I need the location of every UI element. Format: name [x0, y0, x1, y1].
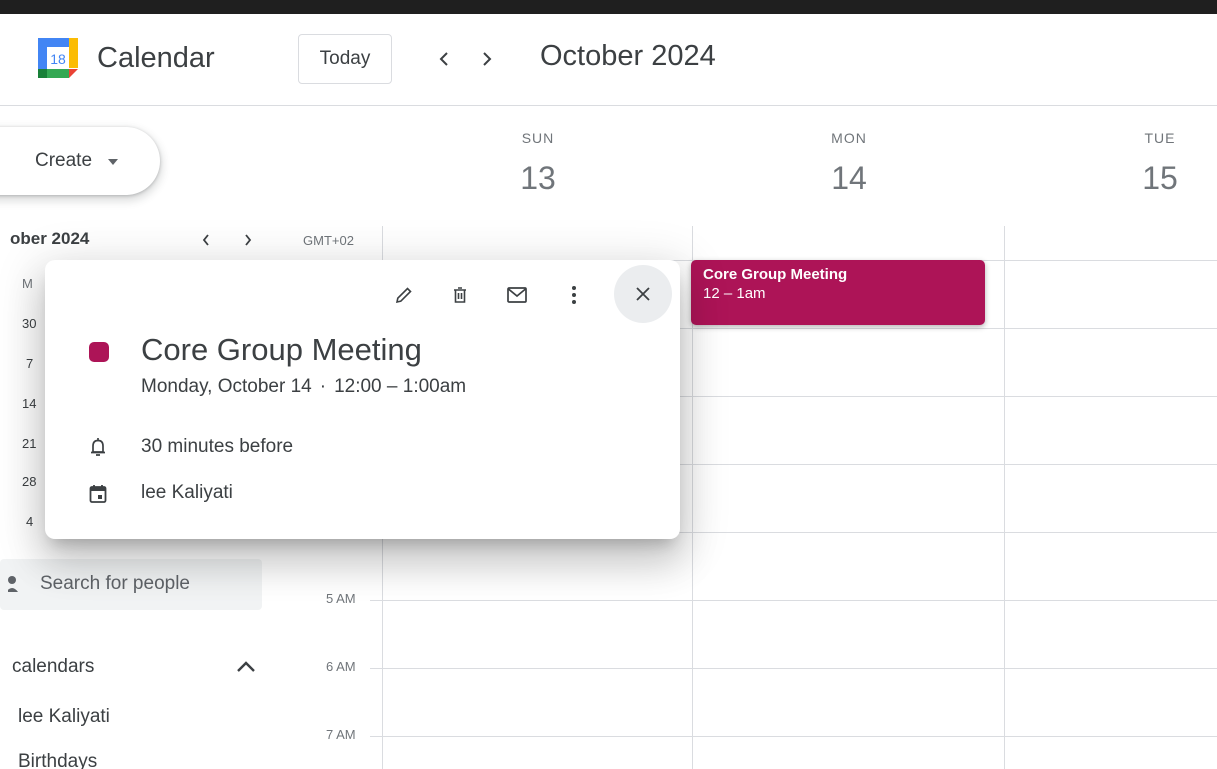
hour-label: 6 AM [326, 659, 356, 674]
day-header-tue[interactable]: TUE 15 [1110, 130, 1210, 197]
search-people-input[interactable]: Search for people [0, 559, 262, 610]
logo-day-number: 18 [50, 51, 66, 67]
day-of-week: TUE [1144, 130, 1176, 146]
mini-day[interactable]: 7 [26, 356, 33, 371]
hour-tick [370, 668, 382, 669]
popover-event-title: Core Group Meeting [141, 332, 422, 367]
mini-day[interactable]: 28 [22, 474, 36, 489]
bell-icon [86, 435, 110, 459]
grid-column-divider [1004, 226, 1005, 769]
grid-hour-line [382, 736, 1217, 737]
day-of-week: MON [831, 130, 867, 146]
caret-down-icon [108, 152, 119, 170]
people-icon [6, 574, 24, 599]
current-month-title: October 2024 [540, 40, 716, 72]
day-number[interactable]: 14 [799, 160, 899, 197]
timezone-label: GMT+02 [303, 233, 354, 248]
grid-hour-line [382, 600, 1217, 601]
delete-icon[interactable] [445, 280, 475, 310]
mini-day[interactable]: 30 [22, 316, 36, 331]
event-block[interactable]: Core Group Meeting 12 – 1am [691, 260, 985, 325]
calendar-logo-icon[interactable]: 18 [36, 36, 80, 80]
create-button[interactable]: Create [0, 127, 160, 195]
day-number[interactable]: 13 [488, 160, 588, 197]
mini-calendar-month: ober 2024 [10, 229, 90, 248]
search-people-placeholder: Search for people [40, 573, 190, 594]
hour-label: 5 AM [326, 591, 356, 606]
event-time: 12 – 1am [703, 285, 766, 302]
close-icon[interactable] [614, 265, 672, 323]
more-options-icon[interactable] [559, 280, 589, 310]
popover-event-datetime: Monday, October 14 · 12:00 – 1:00am [141, 376, 466, 398]
mini-day[interactable]: 4 [26, 514, 33, 529]
mini-next-chevron-icon[interactable] [238, 230, 258, 250]
calendar-list-item[interactable]: lee Kaliyati [18, 706, 110, 728]
day-of-week: SUN [521, 130, 555, 146]
create-label: Create [35, 150, 93, 171]
my-calendars-title[interactable]: calendars [12, 656, 94, 678]
day-header-mon[interactable]: MON 14 [799, 130, 899, 197]
reminder-text: 30 minutes before [141, 436, 294, 457]
event-time-range: 12:00 – 1:00am [334, 376, 467, 397]
chevron-up-icon[interactable] [234, 656, 258, 678]
app-title: Calendar [97, 42, 215, 74]
event-title: Core Group Meeting [703, 266, 848, 283]
event-details-popover: Core Group Meeting Monday, October 14 · 12… [45, 260, 680, 539]
today-button[interactable]: Today [298, 34, 392, 84]
edit-icon[interactable] [389, 280, 419, 310]
event-color-swatch [89, 342, 109, 362]
email-icon[interactable] [502, 280, 532, 310]
separator-dot: · [319, 376, 327, 397]
mini-prev-chevron-icon[interactable] [196, 230, 216, 250]
mini-day[interactable]: 14 [22, 396, 36, 411]
day-number[interactable]: 15 [1110, 160, 1210, 197]
hour-tick [370, 736, 382, 737]
hour-label: 7 AM [326, 727, 356, 742]
grid-hour-line [382, 668, 1217, 669]
hour-tick [370, 600, 382, 601]
mini-day[interactable]: 21 [22, 436, 36, 451]
chevron-right-icon[interactable] [474, 45, 500, 73]
calendar-list-item[interactable]: Birthdays [18, 751, 97, 769]
mini-dow-label: M [22, 276, 33, 291]
chevron-left-icon[interactable] [431, 45, 457, 73]
event-date: Monday, October 14 [141, 376, 312, 397]
calendar-owner-text: lee Kaliyati [141, 482, 233, 503]
top-window-strip [0, 0, 1217, 14]
calendar-icon [86, 482, 110, 506]
day-header-sun[interactable]: SUN 13 [488, 130, 588, 197]
app-header: 18 Calendar Today October 2024 [0, 14, 1217, 106]
